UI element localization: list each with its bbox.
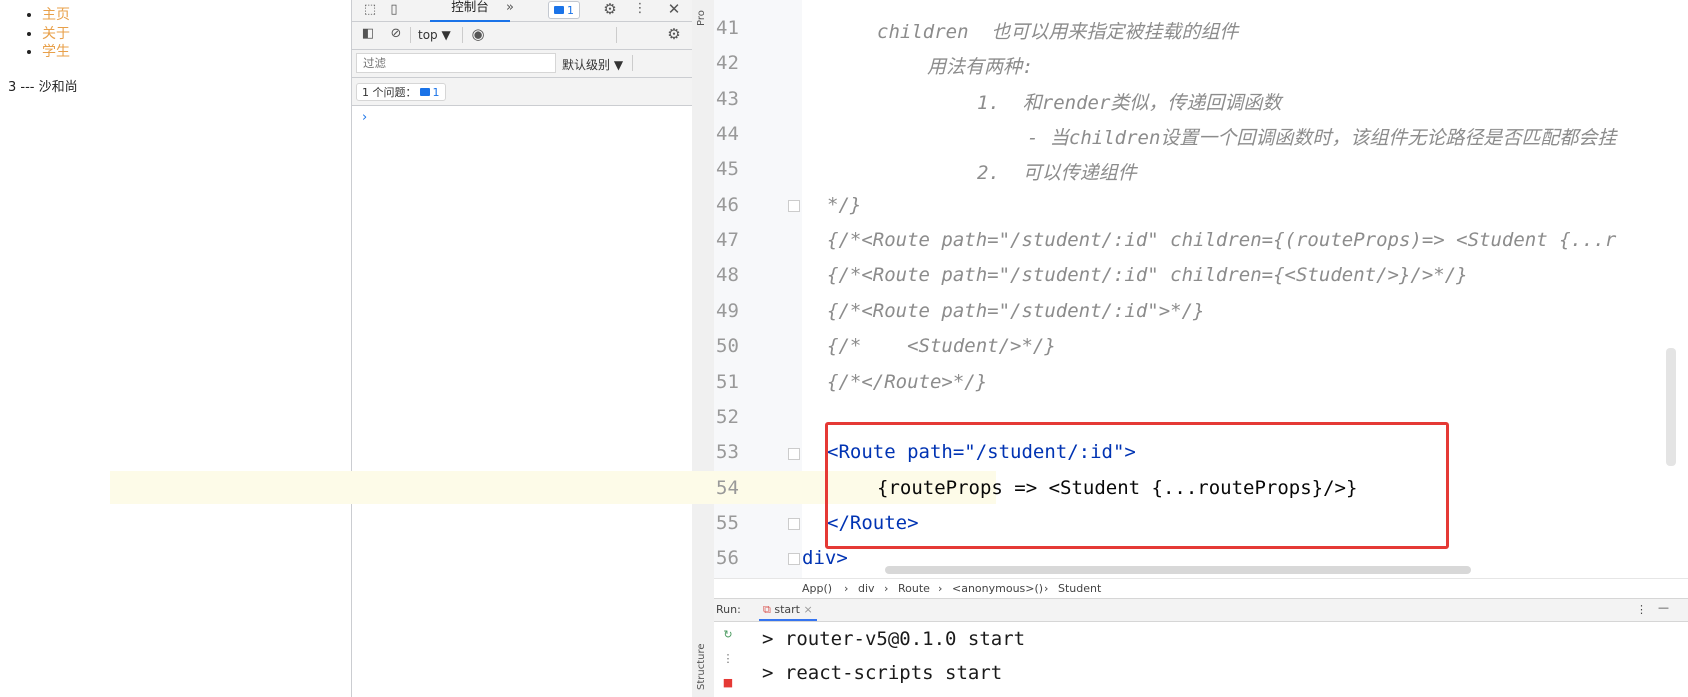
run-config-icon: ⧉ [763, 603, 771, 616]
structure-tool-tab[interactable]: Structure [696, 643, 707, 690]
chevron-right-icon: › [1044, 582, 1049, 595]
nav-link-home[interactable]: 主页 [42, 6, 351, 25]
context-select[interactable]: top ▼ [418, 28, 451, 42]
code-line: 2. 可以传递组件 [977, 162, 1137, 184]
code-line: - 当children设置一个回调函数时，该组件无论路径是否匹配都会挂 [1027, 127, 1617, 149]
line-number: 51 [716, 371, 739, 393]
student-output-text: 3 --- 沙和尚 [8, 80, 78, 95]
log-level-select[interactable]: 默认级别 ▼ [562, 56, 623, 73]
breadcrumb-item[interactable]: App() [802, 579, 832, 599]
vertical-scrollbar[interactable] [1666, 348, 1676, 466]
inspect-element-icon[interactable]: ⬚ [362, 2, 378, 18]
eye-icon[interactable]: ◉ [470, 26, 486, 42]
gear-icon[interactable]: ⚙ [602, 1, 618, 17]
run-console: ↻ ⋮ ■ > router-v5@0.1.0 start > react-sc… [714, 622, 1688, 697]
line-number: 55 [716, 512, 739, 534]
line-number: 43 [716, 88, 739, 110]
kebab-menu-icon[interactable]: ⋮ [632, 1, 648, 17]
stop-icon[interactable]: ■ [722, 676, 734, 689]
line-number: 56 [716, 547, 739, 569]
more-icon[interactable]: ⋮ [722, 652, 734, 665]
device-toggle-icon[interactable]: ▯ [386, 2, 402, 18]
line-number: 54 [716, 477, 739, 499]
divider [632, 55, 633, 71]
devtools-tab-bar: ⬚ ▯ 控制台 » 1 ⚙ ⋮ ✕ [352, 0, 693, 22]
code-line: {/*<Route path="/student/:id" children={… [827, 229, 1617, 251]
issues-button[interactable]: 1 个问题： 1 [356, 83, 446, 101]
console-filter-bar: 默认级别 ▼ [352, 50, 693, 78]
line-number: 48 [716, 264, 739, 286]
line-number: 52 [716, 406, 739, 428]
console-toolbar: ◧ ⊘ top ▼ ◉ ⚙ [352, 22, 693, 50]
clear-console-icon[interactable]: ⊘ [388, 26, 404, 42]
issues-bar: 1 个问题： 1 [352, 78, 693, 106]
fold-marker[interactable] [788, 448, 800, 460]
line-number: 47 [716, 229, 739, 251]
line-number: 46 [716, 194, 739, 216]
run-tab-label: start [774, 603, 800, 616]
more-tabs-icon[interactable]: » [502, 0, 518, 16]
chevron-right-icon: › [884, 582, 889, 595]
tool-window-strip: Pro Structure [692, 0, 715, 697]
breadcrumb-item[interactable]: div [858, 579, 875, 599]
chevron-right-icon: › [844, 582, 849, 595]
code-line: 用法有两种: [927, 56, 1034, 78]
code-line: {/*<Route path="/student/:id" children={… [827, 264, 1468, 286]
code-line: {/*</Route>*/} [827, 371, 988, 393]
highlight-annotation-box [825, 422, 1449, 549]
breadcrumb-item[interactable]: <anonymous>() [952, 579, 1043, 599]
code-line: 1. 和render类似，传递回调函数 [977, 92, 1282, 114]
webpage-preview: 主页 关于 学生 3 --- 沙和尚 [0, 0, 351, 697]
console-line: > react-scripts start [762, 662, 1003, 684]
console-settings-gear-icon[interactable]: ⚙ [666, 26, 682, 42]
minimize-icon[interactable]: — [1658, 601, 1669, 614]
code-line: children 也可以用来指定被挂载的组件 [877, 21, 1239, 43]
divider [616, 27, 617, 43]
fold-marker[interactable] [788, 553, 800, 565]
run-tab-start[interactable]: ⧉ start × [759, 599, 817, 621]
breadcrumb-item[interactable]: Student [1058, 579, 1101, 599]
message-icon [419, 88, 430, 96]
horizontal-scrollbar[interactable] [885, 566, 1471, 574]
code-line: {/*<Route path="/student/:id">*/} [827, 300, 1205, 322]
line-number: 53 [716, 441, 739, 463]
nav-link-about[interactable]: 关于 [42, 25, 351, 44]
code-line: */} [827, 194, 862, 216]
divider [410, 27, 411, 43]
run-tool-bar: Run: ⧉ start × ⋮ — [714, 598, 1688, 622]
issues-badge[interactable]: 1 [548, 1, 580, 19]
line-number: 49 [716, 300, 739, 322]
run-label: Run: [716, 603, 741, 616]
nav-list: 主页 关于 学生 [0, 0, 351, 62]
close-tab-icon[interactable]: × [803, 603, 812, 616]
code-line: div> [802, 547, 848, 569]
tab-console[interactable]: 控制台 [430, 0, 510, 22]
line-number: 44 [716, 123, 739, 145]
fold-marker[interactable] [788, 518, 800, 530]
line-number: 45 [716, 158, 739, 180]
devtools-panel: ⬚ ▯ 控制台 » 1 ⚙ ⋮ ✕ ◧ ⊘ top ▼ ◉ ⚙ 默认级别 ▼ 1… [351, 0, 693, 697]
line-number: 42 [716, 52, 739, 74]
project-tool-tab[interactable]: Pro [696, 10, 707, 26]
issues-label: 1 个问题： [362, 86, 417, 99]
issues-count: 1 [432, 85, 440, 99]
message-icon [554, 6, 564, 14]
nav-link-student[interactable]: 学生 [42, 43, 351, 62]
fold-marker[interactable] [788, 200, 800, 212]
sidebar-toggle-icon[interactable]: ◧ [360, 26, 376, 42]
breadcrumb: App() › div › Route › <anonymous>() › St… [714, 578, 1688, 599]
breadcrumb-item[interactable]: Route [898, 579, 930, 599]
console-line: > router-v5@0.1.0 start [762, 628, 1026, 650]
line-number: 41 [716, 17, 739, 39]
divider [462, 27, 463, 43]
issues-badge-count: 1 [567, 3, 574, 17]
kebab-menu-icon[interactable]: ⋮ [1636, 603, 1647, 616]
chevron-right-icon: › [938, 582, 943, 595]
line-number: 50 [716, 335, 739, 357]
close-icon[interactable]: ✕ [666, 1, 682, 17]
filter-input[interactable] [356, 53, 556, 73]
console-prompt[interactable]: › [362, 110, 367, 125]
code-line: {/* <Student/>*/} [827, 335, 1056, 357]
rerun-icon[interactable]: ↻ [722, 628, 734, 641]
